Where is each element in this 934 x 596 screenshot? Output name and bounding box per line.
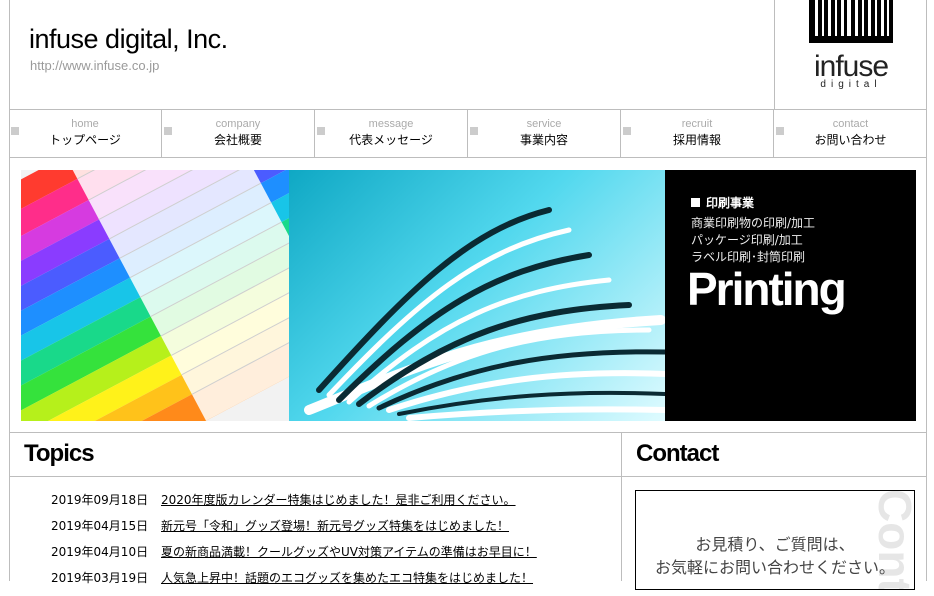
dot-grid-icon (317, 127, 325, 135)
nav-label-en: contact (832, 118, 869, 130)
topic-date: 2019年09月18日 (51, 493, 149, 507)
nav-label-en: home (71, 118, 99, 130)
hero-line: 商業印刷物の印刷/加工 (691, 216, 816, 230)
contact-banner[interactable]: Cont お見積り、ご質問は、 お気軽にお問い合わせください。 (635, 490, 915, 590)
color-swatch-image (21, 170, 289, 421)
contact-title: Contact (636, 440, 719, 467)
contact-line: お気軽にお問い合わせください。 (654, 558, 895, 577)
divider (9, 432, 927, 433)
hero-banner: 印刷事業 商業印刷物の印刷/加工 パッケージ印刷/加工 ラベル印刷･封筒印刷 P… (21, 170, 916, 421)
topic-link[interactable]: 2020年度版カレンダー特集はじめました！是非ご利用ください。 (161, 492, 516, 518)
main-nav: home トップページ company 会社概要 message 代表メッセージ… (9, 110, 927, 158)
hero-heading-text: 印刷事業 (706, 196, 755, 210)
square-bullet-icon (691, 198, 700, 207)
list-item: 2019年09月18日 2020年度版カレンダー特集はじめました！是非ご利用くだ… (51, 492, 611, 518)
nav-label-ja: トップページ (49, 133, 121, 147)
hero-big-text: Printing (687, 263, 847, 315)
topics-list: 2019年09月18日 2020年度版カレンダー特集はじめました！是非ご利用くだ… (51, 492, 611, 596)
nav-label-en: recruit (681, 118, 713, 130)
hero-line: パッケージ印刷/加工 (691, 233, 803, 247)
dot-grid-icon (623, 127, 631, 135)
nav-label-en: service (526, 118, 562, 130)
list-item: 2019年04月10日 夏の新商品満載！クールグッズやUV対策アイテムの準備はお… (51, 544, 611, 570)
nav-item-message[interactable]: message 代表メッセージ (315, 110, 468, 157)
site-header: infuse digital, Inc. http://www.infuse.c… (9, 0, 927, 110)
logo[interactable]: infuse digital (774, 0, 927, 109)
topics-title: Topics (24, 440, 95, 467)
dot-grid-icon (470, 127, 478, 135)
nav-item-recruit[interactable]: recruit 採用情報 (621, 110, 774, 157)
topic-link[interactable]: 夏の新商品満載！クールグッズやUV対策アイテムの準備はお早目に！ (161, 544, 537, 570)
nav-label-en: company (215, 118, 261, 130)
dot-grid-icon (776, 127, 784, 135)
topic-date: 2019年04月10日 (51, 545, 149, 559)
nav-label-en: message (368, 118, 414, 130)
divider (9, 476, 927, 477)
nav-label-ja: 事業内容 (519, 133, 568, 147)
contact-text: お見積り、ご質問は、 お気軽にお問い合わせください。 (636, 533, 914, 579)
nav-label-ja: 採用情報 (672, 133, 721, 147)
printing-service-panel[interactable]: 印刷事業 商業印刷物の印刷/加工 パッケージ印刷/加工 ラベル印刷･封筒印刷 P… (665, 170, 916, 421)
logo-sub: digital (820, 79, 882, 90)
nav-item-contact[interactable]: contact お問い合わせ (774, 110, 927, 157)
contact-line: お見積り、ご質問は、 (695, 535, 855, 554)
list-item: 2019年04月15日 新元号「令和」グッズ登場！新元号グッズ特集をはじめました… (51, 518, 611, 544)
nav-label-ja: お問い合わせ (814, 133, 887, 147)
nav-item-home[interactable]: home トップページ (9, 110, 162, 157)
site-url: http://www.infuse.co.jp (30, 58, 160, 73)
list-item: 2019年03月19日 人気急上昇中！話題のエコグッズを集めたエコ特集をはじめま… (51, 570, 611, 596)
topic-date: 2019年04月15日 (51, 519, 149, 533)
hero-heading: 印刷事業 (691, 194, 754, 211)
topic-link[interactable]: 新元号「令和」グッズ登場！新元号グッズ特集をはじめました！ (161, 518, 509, 544)
magazine-photo-image (289, 170, 665, 421)
dot-grid-icon (164, 127, 172, 135)
nav-item-company[interactable]: company 会社概要 (162, 110, 315, 157)
barcode-logo-icon (809, 0, 893, 43)
dot-grid-icon (11, 127, 19, 135)
topic-date: 2019年03月19日 (51, 571, 149, 585)
nav-item-service[interactable]: service 事業内容 (468, 110, 621, 157)
site-title[interactable]: infuse digital, Inc. (29, 24, 228, 55)
nav-label-ja: 会社概要 (213, 133, 262, 147)
topic-link[interactable]: 人気急上昇中！話題のエコグッズを集めたエコ特集をはじめました！ (161, 570, 533, 596)
nav-label-ja: 代表メッセージ (349, 133, 433, 147)
divider (621, 432, 622, 581)
